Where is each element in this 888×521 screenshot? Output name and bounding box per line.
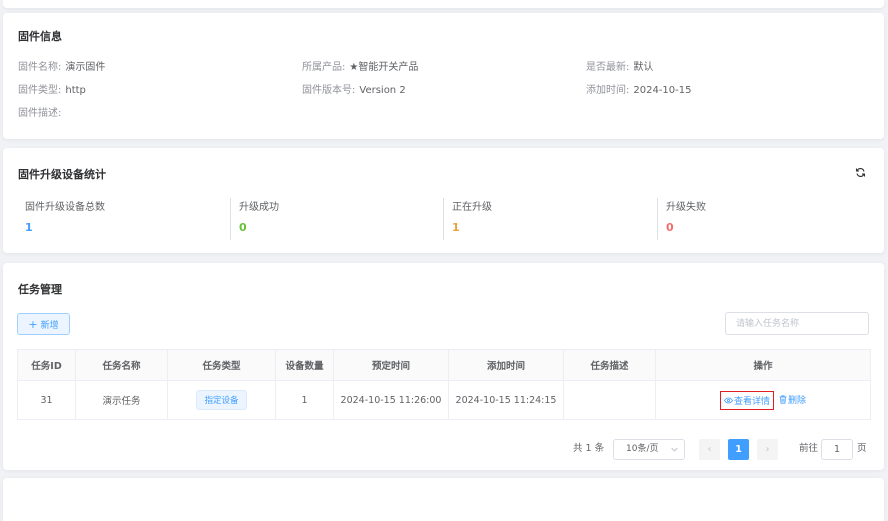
view-details-label: 查看详情 (733, 396, 770, 407)
field-label: 固件类型: (18, 85, 62, 96)
actions-cell: 查看详情 删除 (655, 380, 871, 420)
scheduled-time-cell: 2024-10-15 11:26:00 (333, 380, 449, 420)
stat-value: 1 (452, 221, 460, 234)
next-page-button[interactable]: › (757, 439, 778, 460)
goto-suffix: 页 (857, 443, 867, 454)
bottom-card (3, 478, 884, 521)
view-details-button[interactable]: 查看详情 (719, 390, 774, 410)
top-card-strip (3, 0, 884, 8)
added-time-cell: 2024-10-15 11:24:15 (448, 380, 564, 420)
delete-button[interactable]: 删除 (779, 393, 806, 406)
field-label: 是否最新: (586, 62, 630, 73)
field-value: ★智能开关产品 (349, 62, 419, 73)
column-header: 设备数量 (275, 349, 334, 381)
eye-icon (723, 397, 733, 403)
trash-icon (779, 394, 787, 404)
product-field: 所属产品: ★智能开关产品 (302, 58, 418, 73)
column-header: 添加时间 (448, 349, 564, 381)
add-task-label: 新增 (40, 320, 59, 331)
firmware-name-field: 固件名称: 演示固件 (18, 58, 105, 73)
field-label: 固件版本号: (302, 85, 356, 96)
page-number-1[interactable]: 1 (728, 439, 749, 460)
task-management-card: 任务管理 + 新增 任务ID 任务名称 任务类型 设备数量 预定时间 添加时间 … (3, 263, 884, 470)
task-management-title: 任务管理 (18, 283, 62, 296)
device-count-cell: 1 (275, 380, 334, 420)
stat-upgrading: 正在升级 1 (443, 198, 492, 240)
stat-value: 1 (25, 221, 33, 234)
firmware-version-field: 固件版本号: Version 2 (302, 81, 406, 96)
stat-upgrade-success: 升级成功 0 (230, 198, 279, 240)
chevron-down-icon (671, 447, 678, 452)
column-header: 任务描述 (563, 349, 656, 381)
stat-label: 正在升级 (452, 202, 492, 213)
field-label: 固件名称: (18, 62, 62, 73)
firmware-info-card: 固件信息 固件名称: 演示固件 所属产品: ★智能开关产品 是否最新: 默认 固件类型… (3, 13, 884, 139)
field-label: 固件描述: (18, 108, 62, 119)
goto-page-input[interactable] (821, 439, 853, 460)
stat-label: 升级失败 (666, 202, 706, 213)
pagination-total: 共 1 条 (573, 443, 605, 454)
task-id-cell: 31 (17, 380, 76, 420)
firmware-type-field: 固件类型: http (18, 81, 86, 96)
stat-label: 固件升级设备总数 (25, 202, 105, 213)
firmware-info-title: 固件信息 (18, 30, 62, 43)
task-description-cell (563, 380, 656, 420)
column-header: 任务类型 (167, 349, 276, 381)
stat-upgrade-failed: 升级失败 0 (657, 198, 706, 240)
prev-page-button[interactable]: ‹ (699, 439, 720, 460)
column-header: 任务名称 (75, 349, 168, 381)
goto-prefix: 前往 (799, 443, 819, 454)
upgrade-stats-card: 固件升级设备统计 固件升级设备总数 1 升级成功 0 正在升级 1 升级失败 0 (3, 148, 884, 253)
add-task-button[interactable]: + 新增 (17, 313, 70, 335)
refresh-icon[interactable] (855, 167, 866, 178)
table-header-row: 任务ID 任务名称 任务类型 设备数量 预定时间 添加时间 任务描述 操作 (17, 349, 871, 381)
added-time-field: 添加时间: 2024-10-15 (586, 81, 692, 96)
task-name-cell: 演示任务 (75, 380, 168, 420)
stat-value: 0 (239, 221, 247, 234)
page-size-select[interactable]: 10条/页 (613, 439, 685, 460)
field-value: Version 2 (359, 85, 406, 96)
column-header: 预定时间 (333, 349, 449, 381)
task-type-cell: 指定设备 (167, 380, 276, 420)
field-value: 演示固件 (65, 62, 106, 73)
column-header: 操作 (655, 349, 871, 381)
task-search-input[interactable] (725, 312, 869, 335)
field-value: 2024-10-15 (633, 85, 692, 96)
field-label: 添加时间: (586, 85, 630, 96)
delete-label: 删除 (788, 395, 807, 406)
column-header: 任务ID (17, 349, 76, 381)
task-table: 任务ID 任务名称 任务类型 设备数量 预定时间 添加时间 任务描述 操作 31… (17, 349, 871, 420)
field-label: 所属产品: (302, 62, 346, 73)
stat-value: 0 (666, 221, 674, 234)
field-value: http (65, 85, 86, 96)
field-value: 默认 (633, 62, 654, 73)
firmware-description-field: 固件描述: (18, 104, 65, 119)
plus-icon: + (28, 317, 38, 331)
stat-label: 升级成功 (239, 202, 279, 213)
task-type-tag: 指定设备 (196, 390, 247, 410)
stat-total-devices: 固件升级设备总数 1 (17, 198, 105, 240)
is-latest-field: 是否最新: 默认 (586, 58, 653, 73)
page-size-value: 10条/页 (626, 444, 659, 454)
upgrade-stats-title: 固件升级设备统计 (18, 168, 106, 181)
table-row: 31 演示任务 指定设备 1 2024-10-15 11:26:00 2024-… (17, 380, 871, 420)
